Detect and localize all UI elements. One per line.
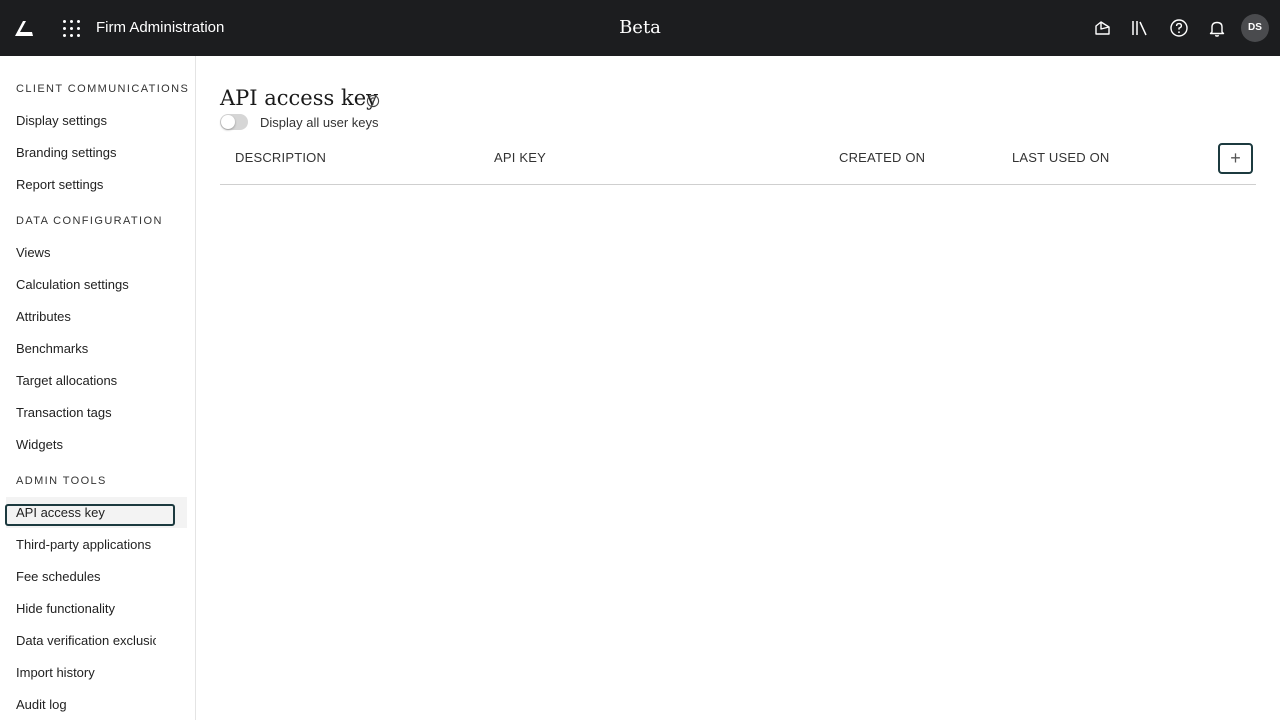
sidebar-item-data-verification-exclusions[interactable]: Data verification exclusic [16,633,156,648]
sidebar-item-hide-functionality[interactable]: Hide functionality [16,601,156,616]
sidebar-item-third-party-applications[interactable]: Third-party applications [16,537,156,552]
sidebar-item-display-settings[interactable]: Display settings [16,113,156,128]
section-heading-data-configuration: DATA CONFIGURATION [16,215,163,227]
app-title: Firm Administration [96,19,225,36]
section-heading-admin-tools: ADMIN TOOLS [16,475,107,487]
table-header-divider [220,184,1256,185]
section-heading-client-communications: CLIENT COMMUNICATIONS [16,83,190,95]
sidebar-item-import-history[interactable]: Import history [16,665,156,680]
sidebar-item-widgets[interactable]: Widgets [16,437,156,452]
page-title: API access key [220,86,378,110]
help-icon[interactable] [366,94,380,108]
column-header-last-used-on: LAST USED ON [1012,150,1110,165]
sidebar-item-audit-log[interactable]: Audit log [16,697,156,712]
column-header-api-key: API KEY [494,150,546,165]
plus-icon: + [1230,148,1241,168]
library-icon[interactable] [1129,17,1151,39]
help-icon[interactable] [1168,17,1190,39]
avatar[interactable]: DS [1241,14,1269,42]
sidebar-item-views[interactable]: Views [16,245,156,260]
column-header-description: DESCRIPTION [235,150,327,165]
sidebar: CLIENT COMMUNICATIONS Display settings B… [0,56,196,720]
sidebar-item-target-allocations[interactable]: Target allocations [16,373,156,388]
sidebar-item-api-access-key[interactable]: API access key [16,505,156,520]
bell-icon[interactable] [1206,17,1228,39]
sidebar-item-fee-schedules[interactable]: Fee schedules [16,569,156,584]
apps-grid-icon[interactable] [61,18,81,38]
chart-icon[interactable] [1092,17,1114,39]
sidebar-item-report-settings[interactable]: Report settings [16,177,156,192]
column-header-created-on: CREATED ON [839,150,926,165]
add-api-key-button[interactable]: + [1218,143,1253,174]
top-bar: Firm Administration Beta DS [0,0,1280,56]
sidebar-item-calculation-settings[interactable]: Calculation settings [16,277,156,292]
sidebar-item-attributes[interactable]: Attributes [16,309,156,324]
toggle-label: Display all user keys [260,115,379,130]
display-all-user-keys-toggle[interactable] [220,114,248,130]
sidebar-item-branding-settings[interactable]: Branding settings [16,145,156,160]
toggle-knob [221,115,235,129]
sidebar-item-benchmarks[interactable]: Benchmarks [16,341,156,356]
logo-icon[interactable] [12,17,36,39]
sidebar-item-transaction-tags[interactable]: Transaction tags [16,405,156,420]
